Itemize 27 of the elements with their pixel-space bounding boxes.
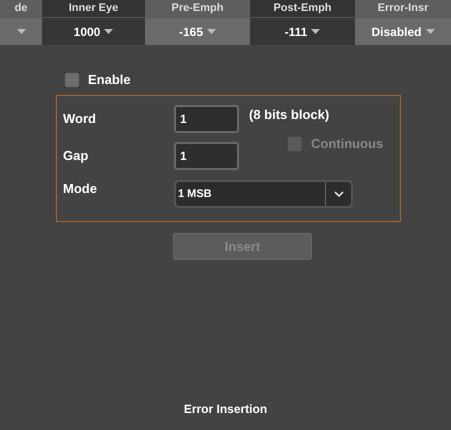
word-note: (8 bits block) [249,106,330,124]
gap-input[interactable]: 1 [174,142,239,170]
caret-down-icon [104,29,114,34]
column-dropdown[interactable]: 1000 [42,17,145,45]
caret-down-icon [311,29,320,34]
chevron-down-icon [334,191,344,197]
footer-title: Error Insertion [182,401,268,418]
enable-label: Enable [88,71,131,90]
column-header: de [0,0,42,17]
column-header: Pre-Emph [145,0,250,17]
caret-down-icon [16,29,26,34]
column-header: Error-Insr [355,0,451,17]
column-dropdown[interactable]: -165 [145,17,250,45]
column-dropdown[interactable] [0,17,42,45]
column-header: Inner Eye [42,0,145,17]
caret-down-icon [426,29,434,34]
mode-label: Mode [63,180,98,198]
checkbox[interactable] [65,73,79,87]
column-dropdown[interactable]: Disabled [355,17,451,45]
continuous-label: Continuous [311,135,384,153]
column-dropdown[interactable]: -111 [250,17,355,45]
mode-select[interactable]: 1 MSB [174,180,353,208]
word-input[interactable]: 1 [174,105,239,133]
column-header: Post-Emph [250,0,355,17]
word-label: Word [63,110,97,128]
gap-label: Gap [63,147,90,166]
caret-down-icon [207,29,216,34]
